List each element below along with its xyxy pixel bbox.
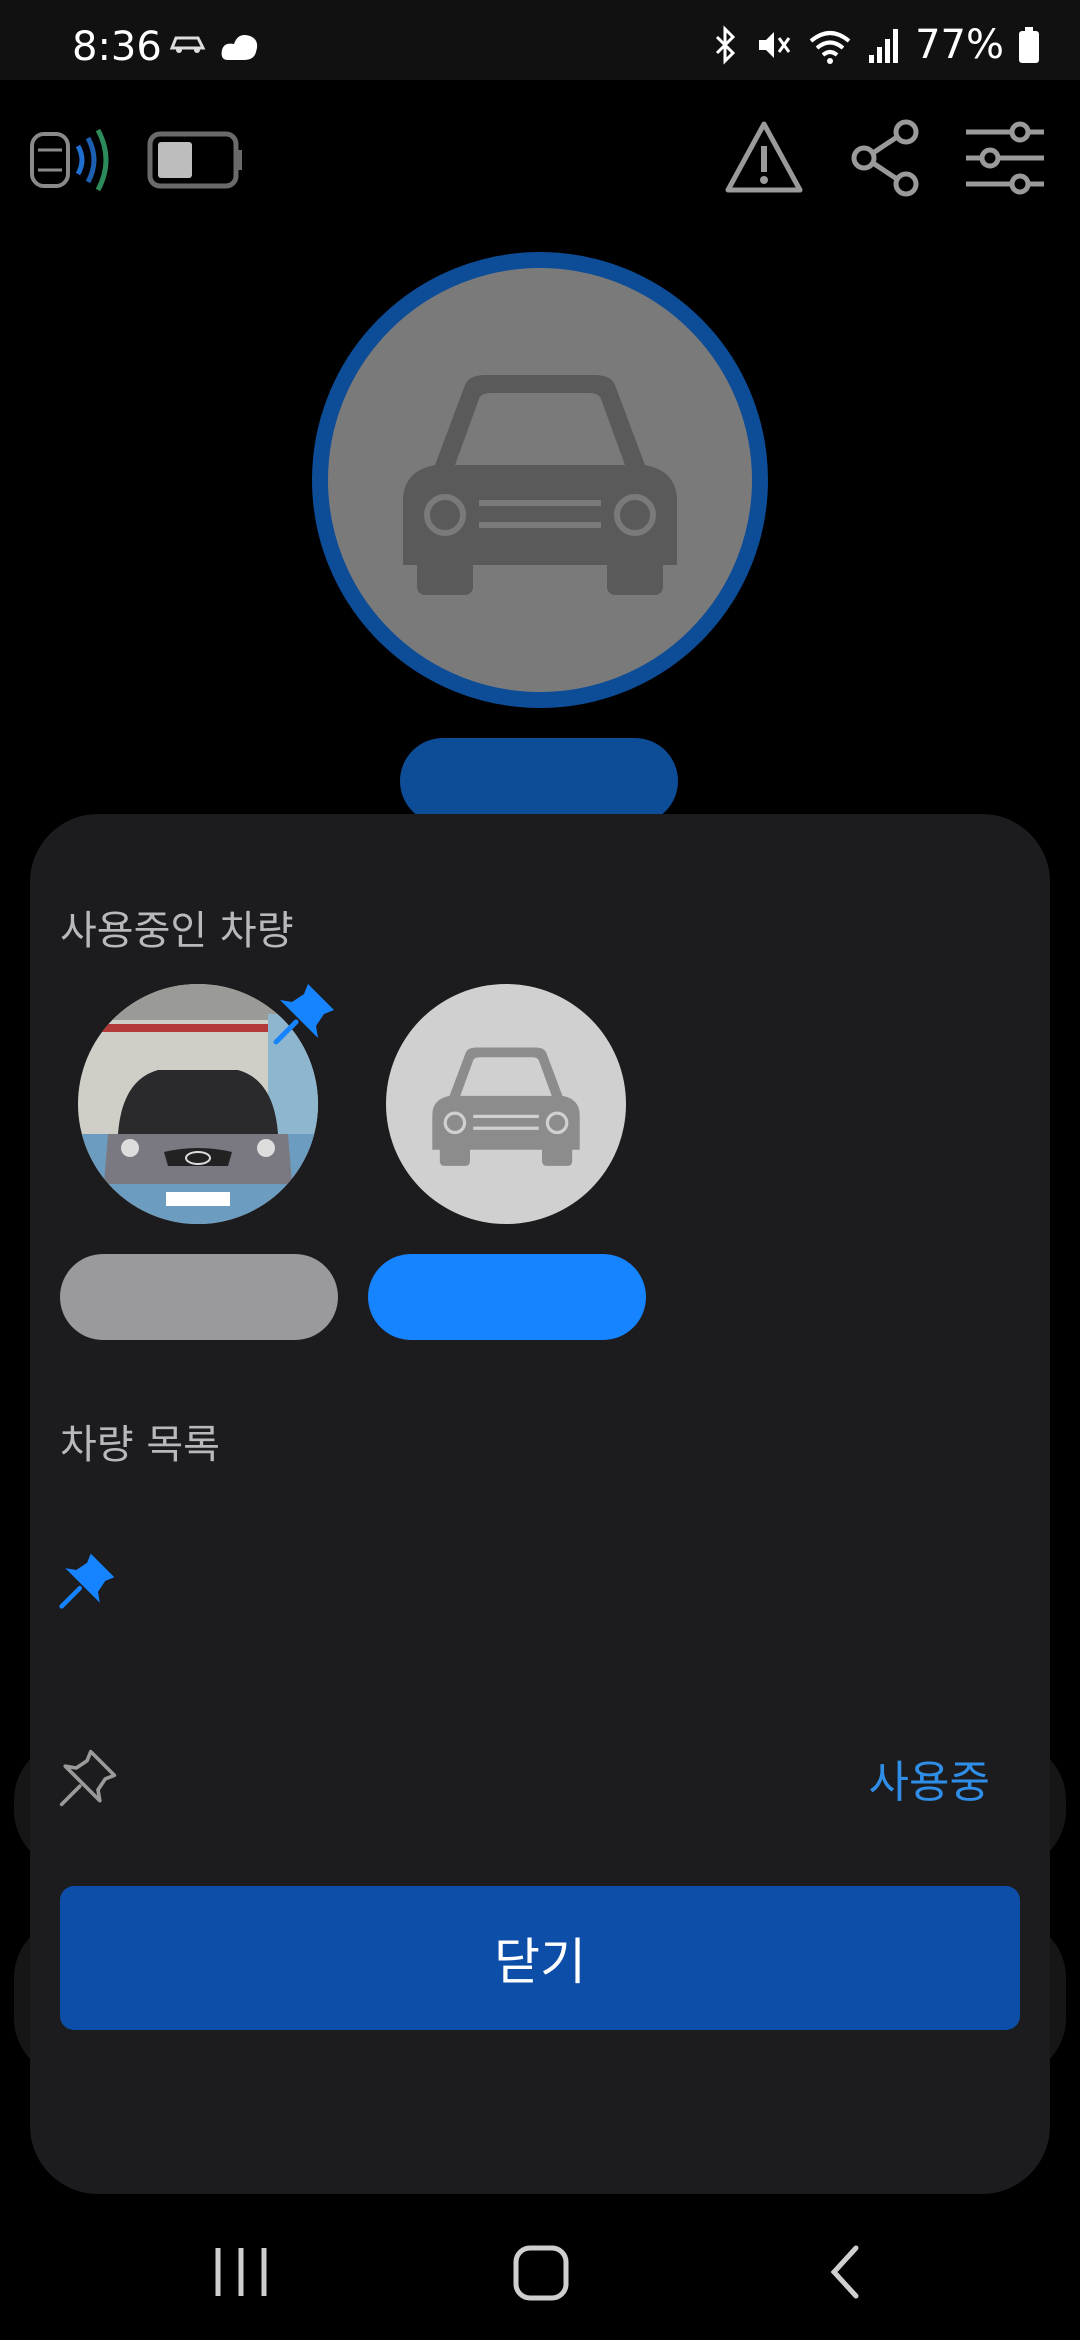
- close-button[interactable]: 닫기: [60, 1886, 1020, 2030]
- car-icon: [403, 375, 677, 595]
- hero-vehicle-name-pill[interactable]: [400, 738, 678, 824]
- hero-vehicle-avatar[interactable]: [312, 252, 768, 708]
- status-left-icons: [168, 30, 262, 66]
- recent-apps-icon[interactable]: [208, 2244, 274, 2300]
- battery-icon: [1019, 27, 1039, 63]
- vehicle-1-name-pill[interactable]: [60, 1254, 338, 1340]
- vehicle-list-row[interactable]: 사용중: [30, 1704, 1050, 1844]
- vehicle-list-section-title: 차량 목록: [60, 1422, 220, 1468]
- battery-level-icon: [146, 128, 246, 192]
- status-time: 8:36: [72, 24, 162, 70]
- active-vehicle-section-title: 사용중인 차량: [60, 908, 294, 954]
- settings-sliders-icon[interactable]: [962, 118, 1048, 198]
- mute-icon: [759, 32, 791, 58]
- home-icon[interactable]: [512, 2244, 570, 2302]
- weather-icon: [221, 35, 258, 60]
- vehicle-list-row[interactable]: [30, 1508, 1050, 1648]
- status-bar: 8:36 77%: [0, 0, 1080, 80]
- share-icon[interactable]: [846, 118, 926, 198]
- bluetooth-icon: [716, 25, 736, 65]
- top-app-bar: [0, 100, 1080, 220]
- signal-icon: [869, 29, 899, 63]
- back-icon[interactable]: [824, 2244, 868, 2300]
- car-icon: [432, 1047, 580, 1166]
- wifi-icon: [809, 31, 851, 64]
- pinned-icon[interactable]: [58, 1550, 118, 1610]
- system-nav-bar: [0, 2200, 1080, 2340]
- vehicle-placeholder-thumbnail[interactable]: [386, 984, 626, 1224]
- battery-percent: 77%: [915, 22, 1004, 68]
- vehicle-2-name-pill[interactable]: [368, 1254, 646, 1340]
- pinned-icon[interactable]: [272, 980, 338, 1046]
- car-notification-icon: [169, 36, 206, 53]
- status-right: 77%: [711, 22, 1040, 68]
- vehicle-row-status: 사용중: [868, 1757, 990, 1808]
- unpinned-icon[interactable]: [58, 1748, 118, 1808]
- warning-icon[interactable]: [724, 118, 804, 198]
- car-signal-icon[interactable]: [24, 120, 124, 200]
